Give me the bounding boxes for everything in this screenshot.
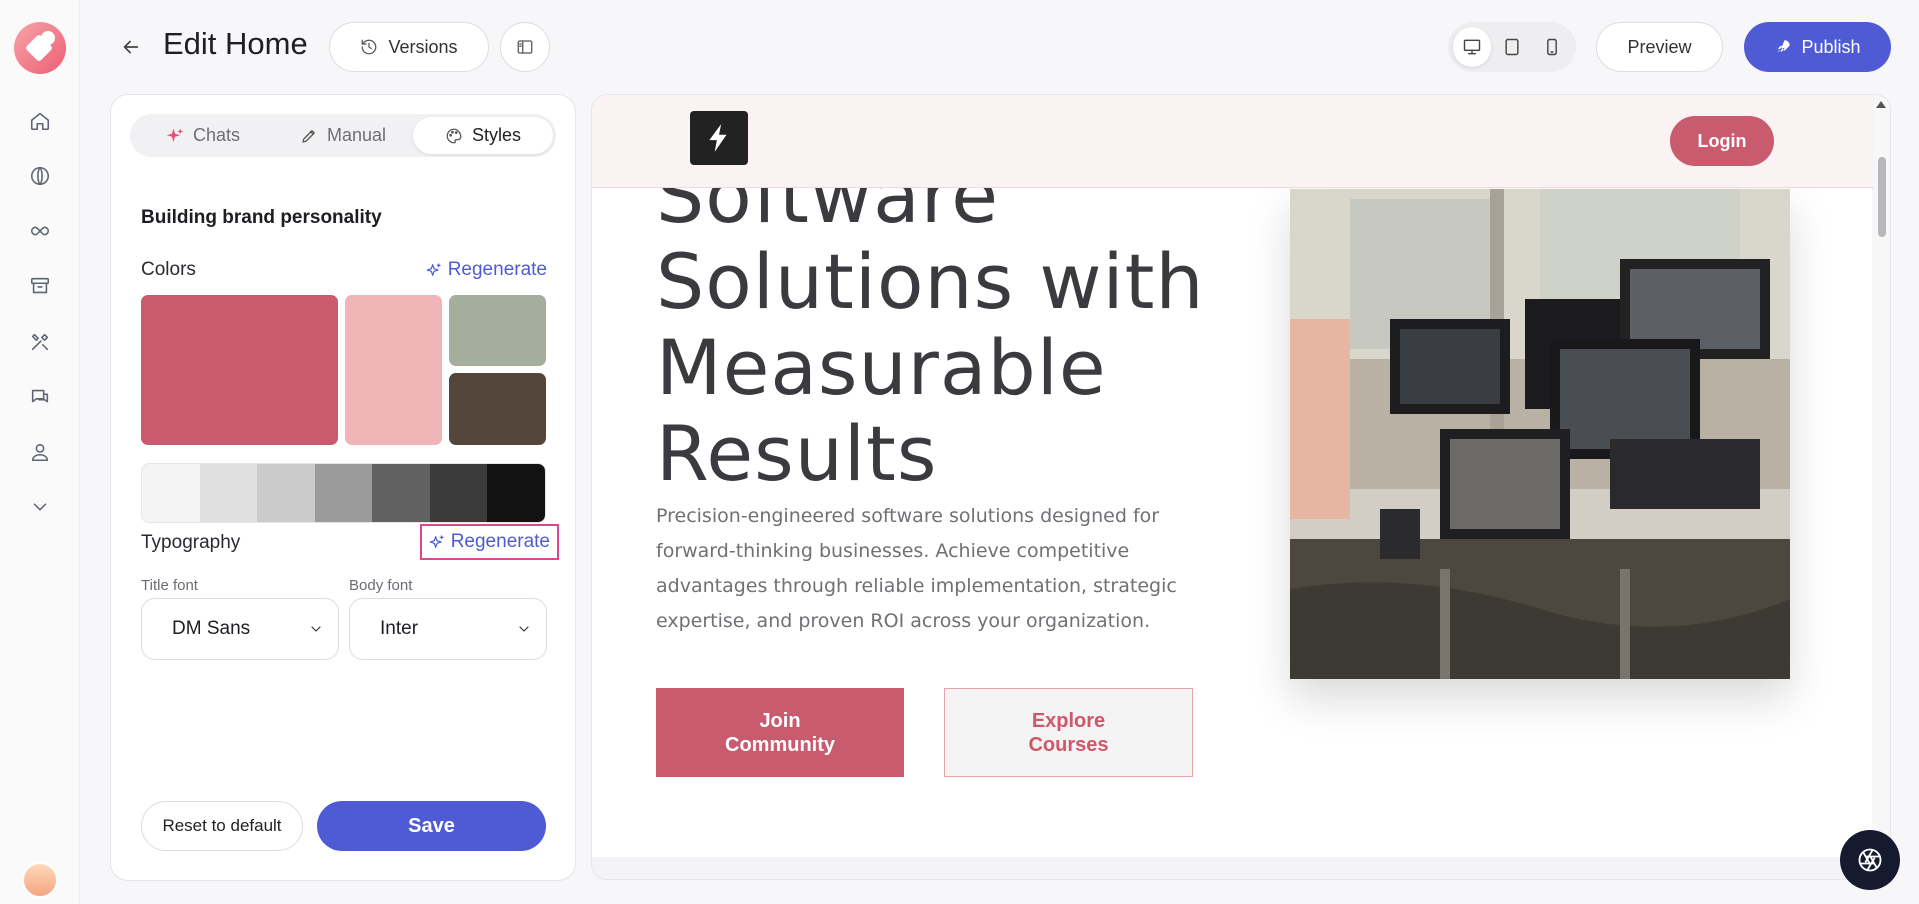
tablet-view-button[interactable] [1493, 27, 1531, 67]
body-font-value: Inter [380, 618, 419, 639]
palette-icon [446, 128, 462, 143]
neutral-swatch[interactable] [372, 464, 430, 522]
typography-label: Typography [141, 532, 241, 553]
body-font-label: Body font [349, 577, 413, 594]
pencil-icon [302, 129, 315, 143]
panel-tabs: Chats Manual Styles [130, 114, 556, 157]
user-icon[interactable] [24, 436, 56, 468]
chevron-down-icon [519, 626, 529, 632]
history-icon [362, 39, 377, 55]
phone-icon [1547, 38, 1557, 56]
colors-label: Colors [141, 259, 196, 280]
tab-manual[interactable]: Manual [273, 117, 413, 154]
versions-button[interactable]: Versions [329, 22, 489, 72]
site-navbar: Login [592, 95, 1874, 188]
tab-chats[interactable]: Chats [133, 117, 273, 154]
publish-button[interactable]: Publish [1744, 22, 1891, 72]
sidebar-layout-icon [517, 40, 533, 54]
back-button[interactable] [116, 32, 146, 62]
scroll-up-arrow-icon[interactable] [1876, 101, 1886, 108]
versions-label: Versions [388, 36, 458, 57]
infinity-icon[interactable] [24, 215, 56, 247]
sparkle-icon [166, 128, 184, 142]
title-font-label: Title font [141, 577, 198, 594]
archive-icon[interactable] [24, 270, 56, 302]
accent-color-swatch[interactable] [449, 295, 546, 366]
help-widget-button[interactable] [1840, 830, 1900, 890]
monitor-icon [1463, 39, 1481, 55]
hero-description: Precision-engineered software solutions … [656, 505, 1177, 632]
secondary-color-swatch[interactable] [345, 295, 442, 445]
site-preview-canvas: Login Software Solutions with Measurable… [591, 94, 1891, 880]
primary-color-swatch[interactable] [141, 295, 338, 445]
neutral-swatch[interactable] [429, 464, 488, 522]
tools-icon[interactable] [24, 326, 56, 358]
aperture-icon [1858, 848, 1882, 872]
app-logo[interactable] [14, 22, 66, 74]
regenerate-typography-button[interactable]: Regenerate [419, 524, 560, 560]
site-logo[interactable] [690, 111, 748, 165]
tab-chats-label: Chats [192, 125, 241, 145]
preview-button[interactable]: Preview [1596, 22, 1723, 72]
neutral-swatch[interactable] [314, 464, 373, 522]
login-button[interactable]: Login [1670, 116, 1774, 166]
chat-icon[interactable] [24, 381, 56, 413]
tablet-icon [1505, 38, 1519, 56]
regenerate-colors-label: Regenerate [447, 259, 547, 280]
hero-image [1290, 189, 1790, 679]
chevron-down-icon[interactable] [24, 491, 56, 523]
regenerate-colors-button[interactable]: Regenerate [426, 259, 547, 281]
title-font-value: DM Sans [172, 618, 251, 639]
arrow-left-icon [123, 40, 139, 54]
tab-styles-label: Styles [471, 125, 522, 145]
join-community-button[interactable]: Join Community [656, 688, 904, 777]
tab-styles[interactable]: Styles [413, 117, 553, 154]
body-font-select[interactable]: Inter [349, 598, 547, 660]
avatar[interactable] [22, 862, 58, 898]
page-title: Edit Home [163, 26, 308, 61]
section-title: Building brand personality [141, 207, 382, 228]
neutral-swatch[interactable] [142, 464, 200, 522]
neutral-swatch[interactable] [199, 464, 258, 522]
home-icon[interactable] [24, 105, 56, 137]
regenerate-typography-label: Regenerate [450, 531, 550, 552]
neutral-scale[interactable] [141, 463, 546, 523]
dark-color-swatch[interactable] [449, 373, 546, 445]
mobile-view-button[interactable] [1533, 27, 1571, 67]
tab-manual-label: Manual [326, 125, 387, 145]
desktop-view-button[interactable] [1453, 27, 1491, 67]
neutral-swatch[interactable] [487, 464, 545, 522]
left-rail [0, 0, 80, 904]
preview-scrollbar[interactable] [1872, 95, 1890, 859]
sparkle-icon [429, 535, 444, 548]
scrollbar-thumb[interactable] [1878, 157, 1886, 237]
reset-to-default-button[interactable]: Reset to default [141, 801, 303, 851]
sparkle-icon [426, 263, 441, 276]
device-switcher [1448, 22, 1576, 72]
panel-toggle-button[interactable] [500, 22, 550, 72]
neutral-swatch[interactable] [257, 464, 315, 522]
styles-panel: Chats Manual Styles Building brand perso… [110, 94, 576, 881]
hero-title: Software Solutions with Measurable Resul… [656, 151, 1205, 498]
office-photo [1290, 189, 1790, 679]
title-font-select[interactable]: DM Sans [141, 598, 339, 660]
rocket-icon [1778, 40, 1791, 53]
chevron-down-icon [311, 626, 321, 632]
save-button[interactable]: Save [317, 801, 546, 851]
explore-courses-button[interactable]: Explore Courses [944, 688, 1193, 777]
canvas-footer [592, 857, 1890, 879]
globe-icon[interactable] [24, 160, 56, 192]
publish-label: Publish [1801, 36, 1861, 57]
lightning-icon [709, 124, 727, 152]
